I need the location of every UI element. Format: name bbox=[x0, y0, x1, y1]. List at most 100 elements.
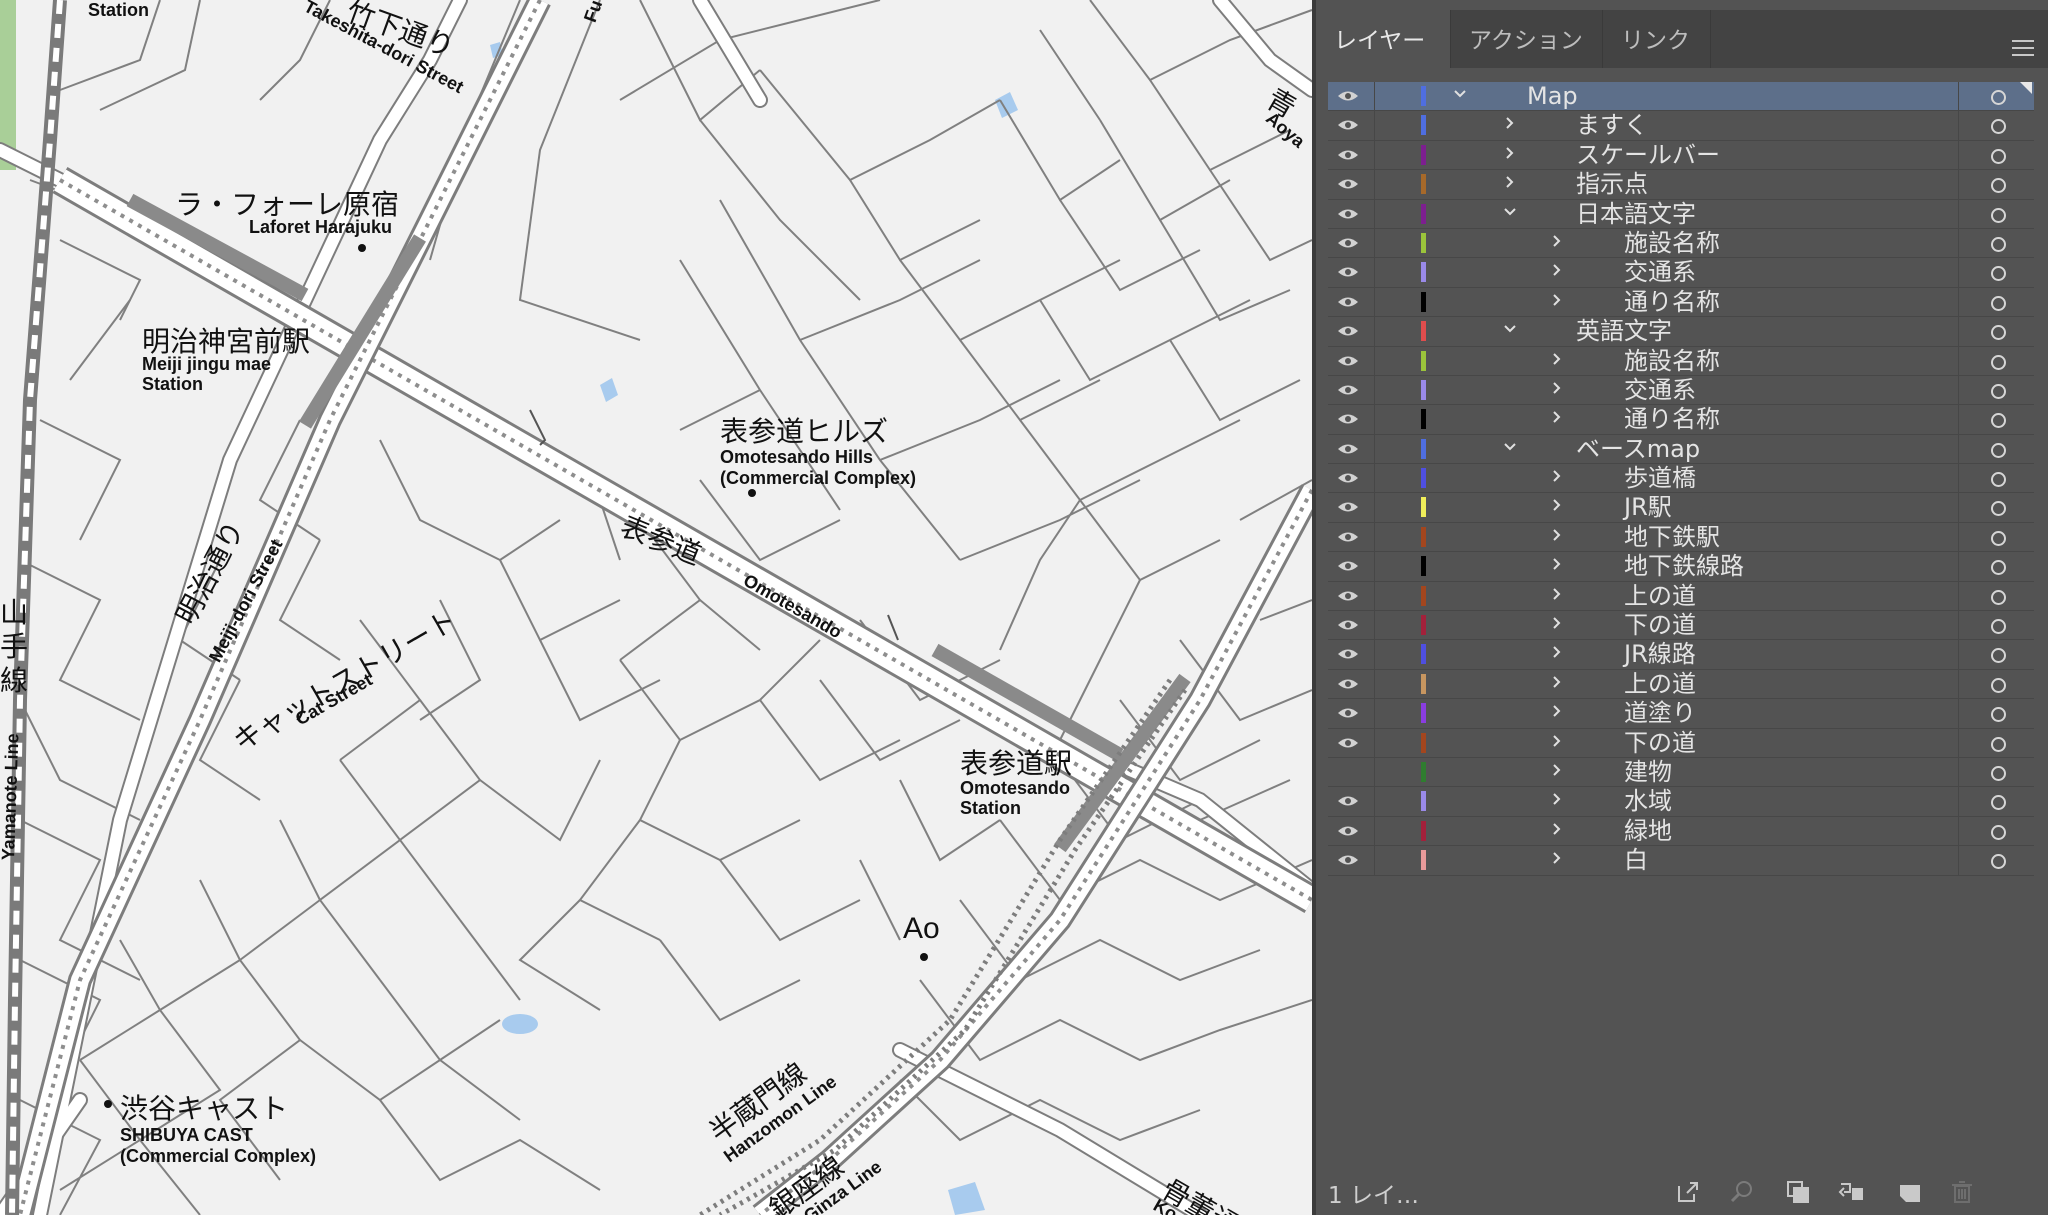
search-icon[interactable] bbox=[1728, 1178, 1756, 1206]
target-circle-icon[interactable] bbox=[1991, 442, 2006, 458]
delete-icon[interactable] bbox=[1948, 1178, 1976, 1206]
tab-links[interactable]: リンク bbox=[1603, 10, 1711, 68]
layer-row[interactable]: 水域 bbox=[1328, 787, 2034, 817]
layer-row[interactable]: 日本語文字 bbox=[1328, 199, 2034, 229]
tab-layers[interactable]: レイヤー bbox=[1316, 10, 1451, 68]
chevron-right-icon[interactable] bbox=[1550, 352, 1564, 366]
chevron-right-icon[interactable] bbox=[1550, 498, 1564, 512]
visibility-eye-icon[interactable] bbox=[1337, 178, 1359, 190]
target-circle-icon[interactable] bbox=[1991, 589, 2006, 605]
target-circle-icon[interactable] bbox=[1991, 472, 2006, 488]
layer-row[interactable]: 指示点 bbox=[1328, 170, 2034, 200]
visibility-eye-icon[interactable] bbox=[1337, 90, 1359, 102]
layer-row[interactable]: 交通系 bbox=[1328, 375, 2034, 406]
target-circle-icon[interactable] bbox=[1991, 119, 2006, 135]
visibility-eye-icon[interactable] bbox=[1337, 854, 1359, 866]
target-circle-icon[interactable] bbox=[1991, 413, 2006, 429]
visibility-eye-icon[interactable] bbox=[1337, 443, 1359, 455]
visibility-eye-icon[interactable] bbox=[1337, 355, 1359, 367]
visibility-eye-icon[interactable] bbox=[1337, 766, 1359, 778]
chevron-right-icon[interactable] bbox=[1550, 616, 1564, 630]
visibility-eye-icon[interactable] bbox=[1337, 325, 1359, 337]
chevron-right-icon[interactable] bbox=[1550, 675, 1564, 689]
visibility-eye-icon[interactable] bbox=[1337, 590, 1359, 602]
visibility-eye-icon[interactable] bbox=[1337, 384, 1359, 396]
visibility-eye-icon[interactable] bbox=[1337, 501, 1359, 513]
chevron-right-icon[interactable] bbox=[1503, 116, 1517, 130]
visibility-eye-icon[interactable] bbox=[1337, 825, 1359, 837]
layer-row[interactable]: 建物 bbox=[1328, 757, 2034, 788]
visibility-eye-icon[interactable] bbox=[1337, 531, 1359, 543]
chevron-right-icon[interactable] bbox=[1550, 557, 1564, 571]
chevron-right-icon[interactable] bbox=[1550, 704, 1564, 718]
panel-menu-icon[interactable] bbox=[2012, 40, 2034, 58]
chevron-right-icon[interactable] bbox=[1550, 822, 1564, 836]
target-circle-icon[interactable] bbox=[1991, 854, 2006, 870]
chevron-right-icon[interactable] bbox=[1550, 587, 1564, 601]
visibility-eye-icon[interactable] bbox=[1337, 648, 1359, 660]
chevron-down-icon[interactable] bbox=[1503, 205, 1517, 219]
layer-row[interactable]: 英語文字 bbox=[1328, 317, 2034, 347]
target-circle-icon[interactable] bbox=[1991, 648, 2006, 664]
layer-row[interactable]: 道塗り bbox=[1328, 699, 2034, 729]
target-circle-icon[interactable] bbox=[1991, 501, 2006, 517]
visibility-eye-icon[interactable] bbox=[1337, 413, 1359, 425]
visibility-eye-icon[interactable] bbox=[1337, 208, 1359, 220]
layer-row[interactable]: 下の道 bbox=[1328, 728, 2034, 758]
layer-row[interactable]: 通り名称 bbox=[1328, 287, 2034, 318]
visibility-eye-icon[interactable] bbox=[1337, 560, 1359, 572]
chevron-right-icon[interactable] bbox=[1550, 410, 1564, 424]
layer-row[interactable]: ますく bbox=[1328, 111, 2034, 141]
layer-row[interactable]: 下の道 bbox=[1328, 611, 2034, 641]
target-circle-icon[interactable] bbox=[1991, 90, 2006, 105]
target-circle-icon[interactable] bbox=[1991, 354, 2006, 370]
chevron-right-icon[interactable] bbox=[1550, 763, 1564, 777]
visibility-eye-icon[interactable] bbox=[1337, 678, 1359, 690]
layer-row[interactable]: 地下鉄駅 bbox=[1328, 522, 2034, 553]
layer-row[interactable]: Map bbox=[1328, 82, 2034, 112]
visibility-eye-icon[interactable] bbox=[1337, 237, 1359, 249]
layer-row[interactable]: 施設名称 bbox=[1328, 228, 2034, 259]
target-circle-icon[interactable] bbox=[1991, 295, 2006, 311]
move-to-layer-icon[interactable] bbox=[1838, 1178, 1866, 1206]
chevron-right-icon[interactable] bbox=[1550, 234, 1564, 248]
visibility-eye-icon[interactable] bbox=[1337, 296, 1359, 308]
target-circle-icon[interactable] bbox=[1991, 207, 2006, 223]
layer-row[interactable]: ベースmap bbox=[1328, 434, 2034, 465]
layer-row[interactable]: 白 bbox=[1328, 846, 2034, 876]
chevron-right-icon[interactable] bbox=[1550, 381, 1564, 395]
visibility-eye-icon[interactable] bbox=[1337, 266, 1359, 278]
target-circle-icon[interactable] bbox=[1991, 178, 2006, 194]
tab-actions[interactable]: アクション bbox=[1451, 10, 1603, 68]
visibility-eye-icon[interactable] bbox=[1337, 795, 1359, 807]
target-circle-icon[interactable] bbox=[1991, 236, 2006, 252]
chevron-right-icon[interactable] bbox=[1503, 175, 1517, 189]
layer-row[interactable]: 上の道 bbox=[1328, 581, 2034, 612]
chevron-right-icon[interactable] bbox=[1550, 469, 1564, 483]
target-circle-icon[interactable] bbox=[1991, 530, 2006, 546]
chevron-right-icon[interactable] bbox=[1550, 792, 1564, 806]
layer-row[interactable]: 施設名称 bbox=[1328, 346, 2034, 376]
target-circle-icon[interactable] bbox=[1991, 707, 2006, 723]
chevron-down-icon[interactable] bbox=[1453, 87, 1467, 101]
chevron-down-icon[interactable] bbox=[1503, 322, 1517, 336]
chevron-right-icon[interactable] bbox=[1550, 734, 1564, 748]
new-layer-icon[interactable] bbox=[1896, 1178, 1924, 1206]
export-icon[interactable] bbox=[1674, 1178, 1702, 1206]
target-circle-icon[interactable] bbox=[1991, 824, 2006, 840]
chevron-right-icon[interactable] bbox=[1503, 146, 1517, 160]
map-canvas[interactable]: Station 竹下通り Takeshita-dori Street ラ・フォー… bbox=[0, 0, 1312, 1215]
clip-mask-icon[interactable] bbox=[1784, 1178, 1812, 1206]
visibility-eye-icon[interactable] bbox=[1337, 149, 1359, 161]
target-circle-icon[interactable] bbox=[1991, 795, 2006, 811]
target-circle-icon[interactable] bbox=[1991, 765, 2006, 781]
visibility-eye-icon[interactable] bbox=[1337, 707, 1359, 719]
chevron-down-icon[interactable] bbox=[1503, 440, 1517, 454]
target-circle-icon[interactable] bbox=[1991, 619, 2006, 635]
target-circle-icon[interactable] bbox=[1991, 266, 2006, 282]
layer-row[interactable]: JR線路 bbox=[1328, 640, 2034, 670]
visibility-eye-icon[interactable] bbox=[1337, 119, 1359, 131]
target-circle-icon[interactable] bbox=[1991, 325, 2006, 341]
layer-row[interactable]: スケールバー bbox=[1328, 140, 2034, 171]
chevron-right-icon[interactable] bbox=[1550, 528, 1564, 542]
